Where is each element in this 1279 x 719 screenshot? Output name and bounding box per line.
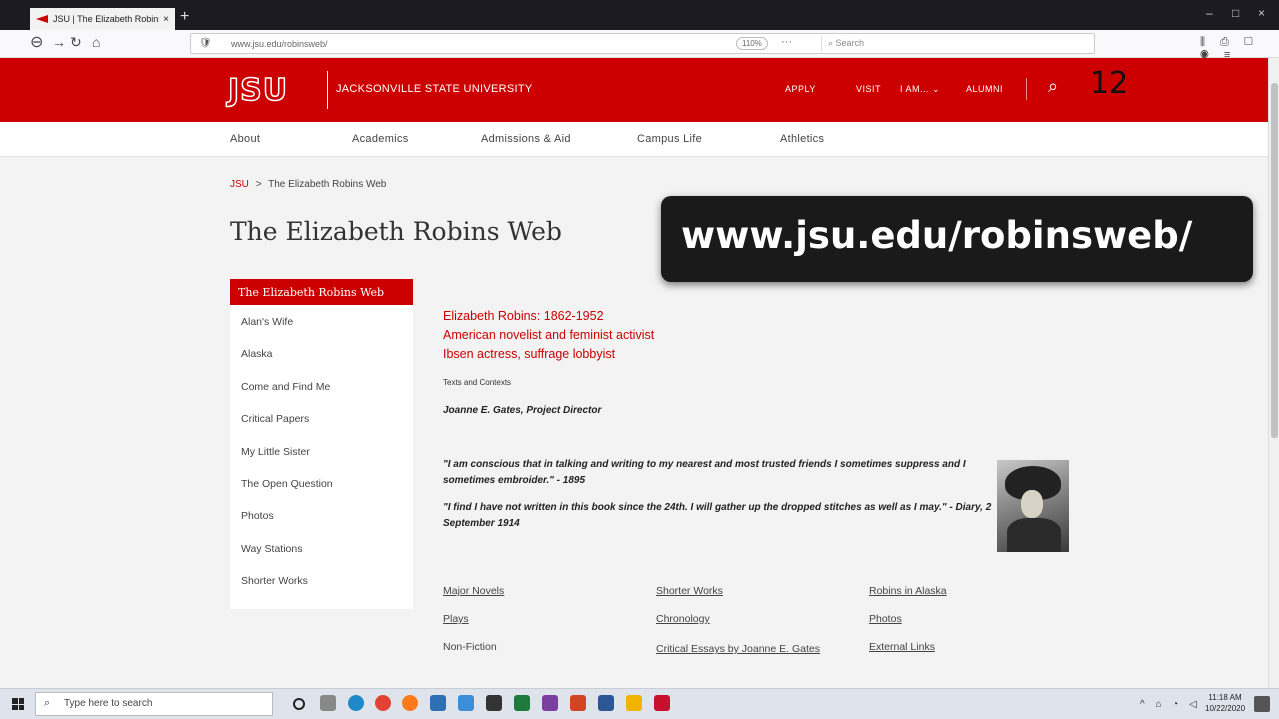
paint-icon[interactable] (626, 695, 642, 711)
breadcrumb-home[interactable]: JSU (230, 179, 249, 190)
store-icon[interactable] (486, 695, 502, 711)
texts-and-contexts-label: Texts and Contexts (443, 378, 512, 387)
sidebar-item-my-little-sister[interactable]: My Little Sister (230, 435, 413, 467)
back-icon[interactable]: ⊖ (30, 32, 43, 52)
quote-diary-1914: "I find I have not written in this book … (443, 502, 992, 529)
nav-alumni[interactable]: ALUMNI (966, 84, 1003, 94)
acrobat-icon[interactable] (654, 695, 670, 711)
home-icon[interactable]: ⌂ (92, 34, 100, 50)
new-tab-button[interactable]: + (180, 8, 189, 26)
nav-campus-life[interactable]: Campus Life (637, 133, 702, 145)
site-favicon-icon (36, 15, 48, 23)
system-tray-icons[interactable]: ^ ⌂ ◔ ◁ (1140, 699, 1201, 710)
sidebar-item-alaska[interactable]: Alaska (230, 337, 413, 369)
search-icon: ⌕ (44, 697, 51, 709)
sidebar-item-alans-wife[interactable]: Alan's Wife (230, 305, 413, 337)
link-non-fiction[interactable]: Non-Fiction (443, 641, 497, 653)
link-shorter-works[interactable]: Shorter Works (656, 585, 723, 597)
word-icon[interactable] (598, 695, 614, 711)
url-text[interactable]: www.jsu.edu/robinsweb/ (231, 39, 328, 49)
taskbar-search-input[interactable]: ⌕ Type here to search (35, 692, 273, 716)
link-photos[interactable]: Photos (869, 613, 902, 625)
page-actions-icon[interactable]: ··· (781, 36, 792, 48)
link-external-links[interactable]: External Links (869, 641, 935, 653)
page-title: The Elizabeth Robins Web (230, 217, 562, 246)
zoom-level-badge[interactable]: 110% (736, 37, 768, 50)
quote-1895: "I am conscious that in talking and writ… (443, 459, 966, 486)
nav-i-am-dropdown[interactable]: I AM... ⌄ (900, 84, 940, 95)
breadcrumb: JSU > The Elizabeth Robins Web (230, 179, 386, 190)
edge-icon[interactable] (348, 695, 364, 711)
site-header: JSU JACKSONVILLE STATE UNIVERSITY APPLY … (0, 58, 1279, 122)
powerpoint-icon[interactable] (570, 695, 586, 711)
jsu-logo[interactable]: JSU (227, 72, 288, 109)
breadcrumb-current: The Elizabeth Robins Web (268, 179, 387, 190)
forward-icon[interactable]: → (52, 34, 66, 50)
sidebar-heading[interactable]: The Elizabeth Robins Web (230, 279, 413, 305)
nav-athletics[interactable]: Athletics (780, 133, 824, 145)
slide-number: 12 (1090, 66, 1129, 101)
tab-close-icon[interactable]: × (163, 14, 169, 25)
lock-icon: 🛡 (199, 38, 212, 49)
link-chronology[interactable]: Chronology (656, 613, 710, 625)
task-view-icon[interactable] (320, 695, 336, 711)
main-navigation: About Academics Admissions & Aid Campus … (0, 122, 1279, 157)
address-bar[interactable]: 🛡 www.jsu.edu/robinsweb/ 110% ··· ⌕ Sear… (190, 33, 1095, 54)
intro-line-dates: Elizabeth Robins: 1862-1952 (443, 309, 604, 323)
nav-about[interactable]: About (230, 133, 260, 145)
tab-title: JSU | The Elizabeth Robins Web (53, 14, 159, 24)
link-major-novels[interactable]: Major Novels (443, 585, 504, 597)
breadcrumb-separator: > (255, 179, 262, 190)
sidebar-item-way-stations[interactable]: Way Stations (230, 532, 413, 564)
clock-time: 11:18 AM (1208, 693, 1242, 702)
taskbar-search-placeholder: Type here to search (64, 698, 153, 709)
clock-date: 10/22/2020 (1205, 704, 1246, 713)
elizabeth-robins-portrait (997, 460, 1069, 552)
window-minimize-button[interactable]: – (1206, 6, 1213, 20)
mail-icon[interactable] (430, 695, 446, 711)
nav-visit[interactable]: VISIT (856, 84, 881, 94)
notifications-icon[interactable] (1254, 696, 1270, 712)
sidebar-item-shorter-works[interactable]: Shorter Works (230, 564, 413, 596)
browser-tab-bar: JSU | The Elizabeth Robins Web × + – □ × (0, 0, 1279, 30)
sidebar-item-come-and-find-me[interactable]: Come and Find Me (230, 370, 413, 402)
file-explorer-icon[interactable] (458, 695, 474, 711)
browser-tab[interactable]: JSU | The Elizabeth Robins Web × (30, 8, 175, 30)
sidebar-menu: The Elizabeth Robins Web Alan's Wife Ala… (230, 279, 413, 609)
project-director: Joanne E. Gates, Project Director (443, 405, 602, 416)
browser-toolbar: ⊖ → ↻ ⌂ 🛡 www.jsu.edu/robinsweb/ 110% ··… (0, 30, 1279, 61)
link-plays[interactable]: Plays (443, 613, 469, 625)
nav-academics[interactable]: Academics (352, 133, 409, 145)
firefox-icon[interactable] (402, 695, 418, 711)
scrollbar-thumb[interactable] (1271, 83, 1278, 438)
browser-search-input[interactable]: ⌕ Search (821, 36, 1091, 51)
link-robins-in-alaska[interactable]: Robins in Alaska (869, 585, 947, 597)
reload-icon[interactable]: ↻ (70, 34, 82, 51)
onenote-icon[interactable] (542, 695, 558, 711)
page-scrollbar[interactable] (1268, 58, 1279, 688)
link-critical-essays[interactable]: Critical Essays by Joanne E. Gates (656, 641, 826, 657)
cortana-icon[interactable] (293, 698, 305, 710)
header-divider (1026, 78, 1027, 100)
intro-block: Elizabeth Robins: 1862-1952 American nov… (443, 307, 654, 364)
logo-divider (327, 71, 328, 109)
nav-apply[interactable]: APPLY (785, 84, 816, 94)
chrome-icon[interactable] (375, 695, 391, 711)
sidebar-item-critical-papers[interactable]: Critical Papers (230, 402, 413, 434)
university-name[interactable]: JACKSONVILLE STATE UNIVERSITY (336, 83, 533, 95)
windows-taskbar: ⌕ Type here to search ^ ⌂ ◔ ◁ 11:18 AM 1… (0, 688, 1279, 719)
intro-line-actress: Ibsen actress, suffrage lobbyist (443, 347, 616, 361)
sidebar-item-the-open-question[interactable]: The Open Question (230, 467, 413, 499)
url-callout: www.jsu.edu/robinsweb/ (661, 196, 1253, 282)
taskbar-clock[interactable]: 11:18 AM 10/22/2020 (1205, 692, 1245, 714)
window-maximize-button[interactable]: □ (1232, 6, 1239, 20)
search-placeholder: Search (835, 38, 865, 48)
excel-icon[interactable] (514, 695, 530, 711)
intro-line-novelist: American novelist and feminist activist (443, 328, 655, 342)
sidebar-item-photos[interactable]: Photos (230, 499, 413, 531)
windows-start-icon[interactable] (12, 698, 24, 710)
window-close-button[interactable]: × (1258, 6, 1265, 20)
search-icon[interactable]: ⌕ (1048, 76, 1058, 97)
nav-admissions-aid[interactable]: Admissions & Aid (481, 133, 571, 145)
